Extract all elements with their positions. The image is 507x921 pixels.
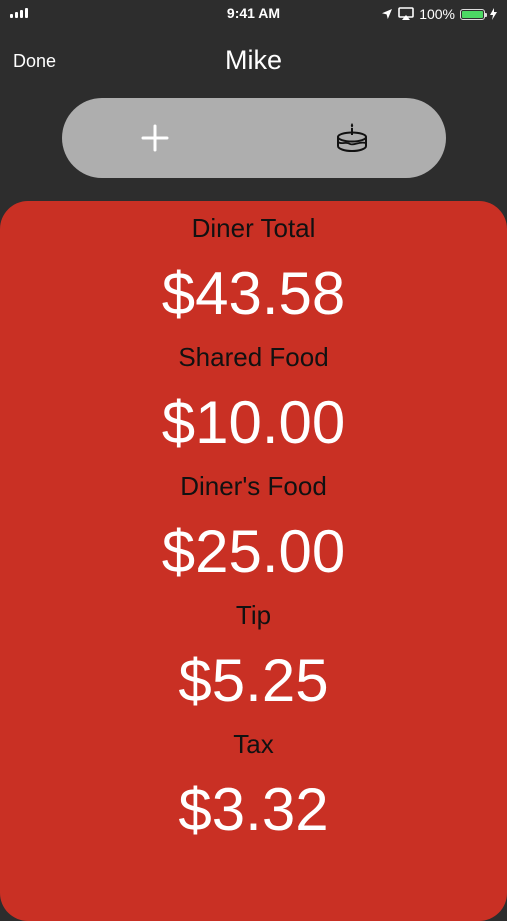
- charging-bolt-icon: [490, 8, 497, 20]
- battery-percent: 100%: [419, 6, 455, 22]
- diners-food-label: Diner's Food: [180, 471, 327, 501]
- tip-value: $5.25: [178, 647, 329, 714]
- add-button[interactable]: [95, 98, 215, 178]
- airplay-icon: [398, 7, 414, 20]
- page-title: Mike: [224, 45, 282, 75]
- battery-fill: [462, 10, 483, 18]
- diner-total-label: Diner Total: [191, 213, 316, 243]
- tip-label: Tip: [235, 600, 272, 630]
- shared-food-value: $10.00: [161, 389, 346, 456]
- cake-icon: [337, 123, 367, 153]
- status-right: 100%: [381, 4, 497, 24]
- status-bar: 9:41 AM 100%: [0, 0, 507, 28]
- totals-card: Diner Total $43.58 Shared Food $10.00 Di…: [0, 201, 507, 921]
- battery-icon: [460, 8, 487, 20]
- diners-food-value: $25.00: [161, 518, 346, 585]
- shared-food-label: Shared Food: [178, 342, 329, 372]
- tax-label: Tax: [233, 729, 274, 759]
- plus-icon: [141, 124, 169, 152]
- cake-button[interactable]: [292, 98, 412, 178]
- action-segment: [62, 98, 446, 178]
- tax-value: $3.32: [178, 776, 329, 843]
- location-arrow-icon: [382, 9, 393, 19]
- diner-total-value: $43.58: [161, 260, 346, 327]
